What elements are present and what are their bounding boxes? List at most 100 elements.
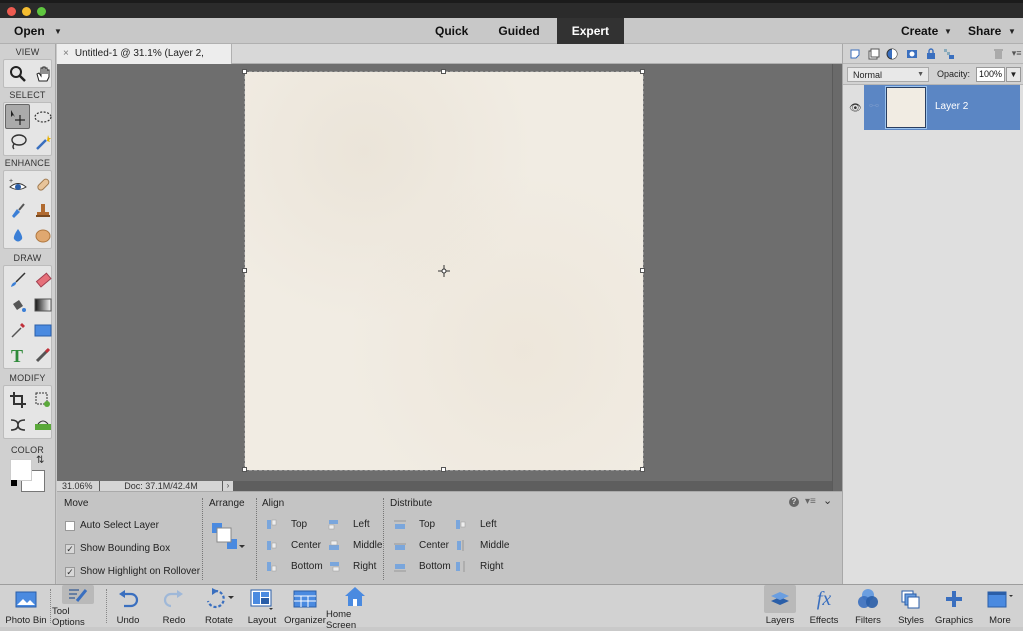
lasso-tool[interactable] <box>5 129 30 154</box>
distribute-right[interactable]: Right <box>455 561 503 572</box>
eraser-tool[interactable] <box>30 267 55 292</box>
tab-quick[interactable]: Quick <box>420 18 483 44</box>
auto-select-layer-option[interactable]: Auto Select Layer <box>65 520 159 531</box>
close-window-button[interactable] <box>7 7 16 16</box>
hand-tool[interactable] <box>30 61 55 86</box>
paint-bucket-tool[interactable] <box>5 292 30 317</box>
styles-button[interactable]: Styles <box>895 585 927 628</box>
swap-colors-icon[interactable]: ⇅ <box>36 455 44 466</box>
bounding-handle-l[interactable] <box>242 268 247 273</box>
document-tab[interactable]: ×Untitled-1 @ 31.1% (Layer 2, RGB/8) * <box>57 44 232 79</box>
distribute-bottom[interactable]: Bottom <box>394 561 451 572</box>
show-highlight-checkbox[interactable]: ✓ <box>65 566 75 577</box>
create-dropdown-icon[interactable]: ▼ <box>944 27 952 36</box>
layers-button[interactable]: Layers <box>764 585 796 628</box>
document-canvas[interactable] <box>242 69 645 472</box>
gradient-tool[interactable] <box>30 292 55 317</box>
options-menu-icon[interactable]: ▾≡ <box>805 496 816 507</box>
align-center[interactable]: Center <box>266 540 321 551</box>
brush-tool[interactable] <box>5 267 30 292</box>
bounding-handle-br[interactable] <box>640 467 645 472</box>
effects-button[interactable]: fx Effects <box>806 585 842 628</box>
show-bounding-box-checkbox[interactable]: ✓ <box>65 543 75 554</box>
distribute-middle[interactable]: Middle <box>455 540 509 551</box>
layout-button[interactable]: Layout <box>246 585 278 628</box>
zoom-tool[interactable] <box>5 61 30 86</box>
sponge-tool[interactable] <box>30 222 55 247</box>
type-tool[interactable]: T <box>5 342 30 367</box>
filters-button[interactable]: Filters <box>852 585 884 628</box>
help-icon[interactable]: ? <box>789 497 799 507</box>
recompose-tool[interactable] <box>30 387 55 412</box>
organizer-button[interactable]: Organizer <box>284 585 326 628</box>
shape-tool[interactable] <box>30 317 55 342</box>
crop-tool[interactable] <box>5 387 30 412</box>
layer-mask-icon[interactable] <box>905 48 918 60</box>
opacity-dropdown-button[interactable]: ▼ <box>1006 67 1021 82</box>
blend-mode-select[interactable]: Normal ▼ <box>847 67 929 82</box>
share-button[interactable]: Share <box>968 24 1001 38</box>
new-group-icon[interactable] <box>868 48 881 60</box>
distribute-top[interactable]: Top <box>394 519 435 530</box>
show-highlight-option[interactable]: ✓ Show Highlight on Rollover <box>65 566 200 577</box>
bounding-handle-t[interactable] <box>441 69 446 74</box>
share-dropdown-icon[interactable]: ▼ <box>1008 27 1016 36</box>
foreground-swatch-white[interactable] <box>10 459 32 481</box>
maximize-window-button[interactable] <box>37 7 46 16</box>
align-left[interactable]: Left <box>328 519 370 530</box>
distribute-left[interactable]: Left <box>455 519 497 530</box>
pencil-tool[interactable] <box>30 342 55 367</box>
photo-bin-button[interactable]: Photo Bin <box>5 585 47 628</box>
vertical-scrollbar[interactable] <box>832 64 842 491</box>
bounding-handle-tr[interactable] <box>640 69 645 74</box>
align-top[interactable]: Top <box>266 519 307 530</box>
rotate-button[interactable]: Rotate <box>200 585 238 628</box>
blur-tool[interactable] <box>5 222 30 247</box>
spot-healing-tool[interactable] <box>30 172 55 197</box>
more-button[interactable]: More <box>984 585 1016 628</box>
layer-visibility-eye-icon[interactable]: 👁 <box>849 103 862 114</box>
straighten-tool[interactable] <box>30 412 55 437</box>
tool-options-button[interactable]: Tool Options <box>52 585 104 628</box>
default-colors-icon[interactable] <box>11 480 17 486</box>
eyedropper-tool[interactable] <box>5 317 30 342</box>
magic-wand-tool[interactable] <box>30 129 55 154</box>
arrange-button[interactable] <box>211 521 247 553</box>
panel-menu-icon[interactable]: ▾≡ <box>1010 48 1023 60</box>
home-screen-button[interactable]: Home Screen <box>326 585 384 631</box>
move-tool[interactable] <box>5 104 30 129</box>
bounding-handle-bl[interactable] <box>242 467 247 472</box>
align-right[interactable]: Right <box>328 561 376 572</box>
distribute-center[interactable]: Center <box>394 540 449 551</box>
tab-guided[interactable]: Guided <box>483 18 554 44</box>
delete-layer-icon[interactable] <box>992 48 1005 60</box>
undo-button[interactable]: Undo <box>112 585 144 628</box>
status-menu-button[interactable]: › <box>223 481 233 491</box>
content-aware-move-tool[interactable] <box>5 412 30 437</box>
smart-brush-tool[interactable] <box>5 197 30 222</box>
open-button[interactable]: Open <box>14 24 45 38</box>
graphics-button[interactable]: Graphics <box>934 585 974 628</box>
layer-row[interactable]: ⧟ Layer 2 <box>864 85 1020 130</box>
bounding-handle-b[interactable] <box>441 467 446 472</box>
redo-button[interactable]: Redo <box>158 585 190 628</box>
lock-transparency-icon[interactable] <box>943 48 956 60</box>
bounding-handle-tl[interactable] <box>242 69 247 74</box>
layer-link-icon[interactable]: ⧟ <box>869 100 879 111</box>
align-middle[interactable]: Middle <box>328 540 382 551</box>
bounding-handle-r[interactable] <box>640 268 645 273</box>
minimize-window-button[interactable] <box>22 7 31 16</box>
show-bounding-box-option[interactable]: ✓ Show Bounding Box <box>65 543 170 554</box>
opacity-input[interactable]: 100% <box>976 67 1005 82</box>
marquee-tool[interactable] <box>30 104 55 129</box>
align-bottom[interactable]: Bottom <box>266 561 323 572</box>
clone-stamp-tool[interactable] <box>30 197 55 222</box>
adjustment-layer-icon[interactable] <box>886 48 899 60</box>
open-dropdown-icon[interactable]: ▼ <box>54 27 62 36</box>
red-eye-tool[interactable]: + <box>5 172 30 197</box>
lock-icon[interactable] <box>924 47 937 60</box>
zoom-level[interactable]: 31.06% <box>57 481 99 491</box>
reference-point-icon[interactable] <box>438 265 450 277</box>
close-tab-icon[interactable]: × <box>63 48 69 59</box>
tab-expert[interactable]: Expert <box>556 18 625 44</box>
